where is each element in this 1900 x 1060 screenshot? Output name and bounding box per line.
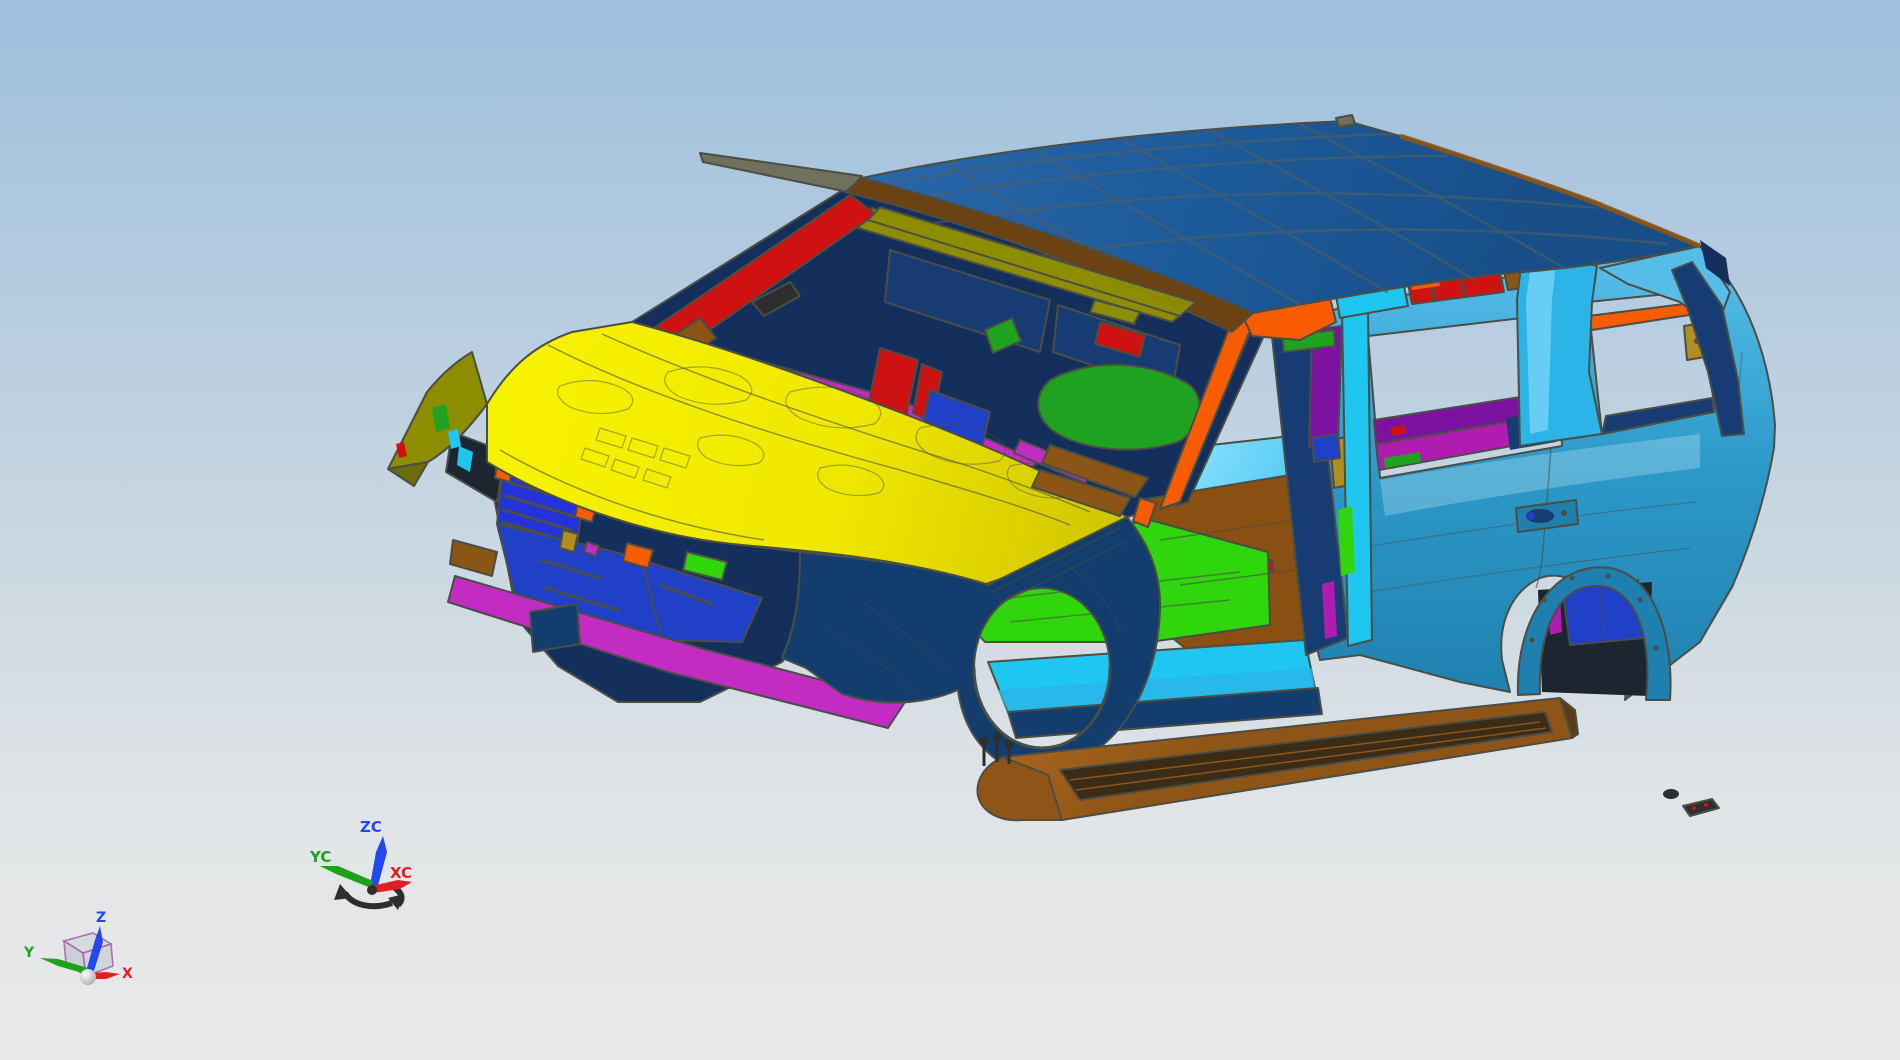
- flange-rivet: [1529, 637, 1535, 643]
- roof-antenna-tab[interactable]: [1335, 114, 1356, 128]
- loose-bracket-dot: [1692, 806, 1696, 810]
- loose-bracket-dot: [1704, 803, 1708, 807]
- chin-navy-box[interactable]: [529, 603, 581, 653]
- flange-rivet: [1653, 645, 1659, 651]
- flange-rivet: [1569, 575, 1575, 581]
- cad-viewport-canvas[interactable]: ZC YC XC Z Y X: [0, 0, 1900, 1060]
- door-handle-lock: [1527, 512, 1535, 520]
- wcs-z-label: ZC: [360, 818, 382, 836]
- flange-rivet: [1605, 573, 1611, 579]
- wcs-origin[interactable]: [367, 885, 377, 895]
- loose-clip-part[interactable]: [1663, 789, 1679, 799]
- abs-y-label: Y: [23, 945, 35, 961]
- flange-rivet: [1541, 597, 1547, 603]
- abs-x-label: X: [122, 966, 133, 982]
- wcs-x-label: XC: [390, 864, 412, 882]
- abs-z-label: Z: [96, 910, 106, 926]
- abs-origin-sphere[interactable]: [80, 969, 96, 985]
- wcs-y-label: YC: [309, 848, 331, 866]
- seat-trim-green[interactable]: [1037, 363, 1201, 451]
- b-pillar-cyan-edge[interactable]: [1341, 305, 1373, 647]
- door-handle-key: [1561, 510, 1567, 516]
- b-pillar-royal-box[interactable]: [1311, 433, 1341, 463]
- b-pillar-green-strip[interactable]: [1338, 506, 1355, 576]
- flange-rivet: [1637, 597, 1643, 603]
- engine-bay-khaki[interactable]: [559, 529, 579, 553]
